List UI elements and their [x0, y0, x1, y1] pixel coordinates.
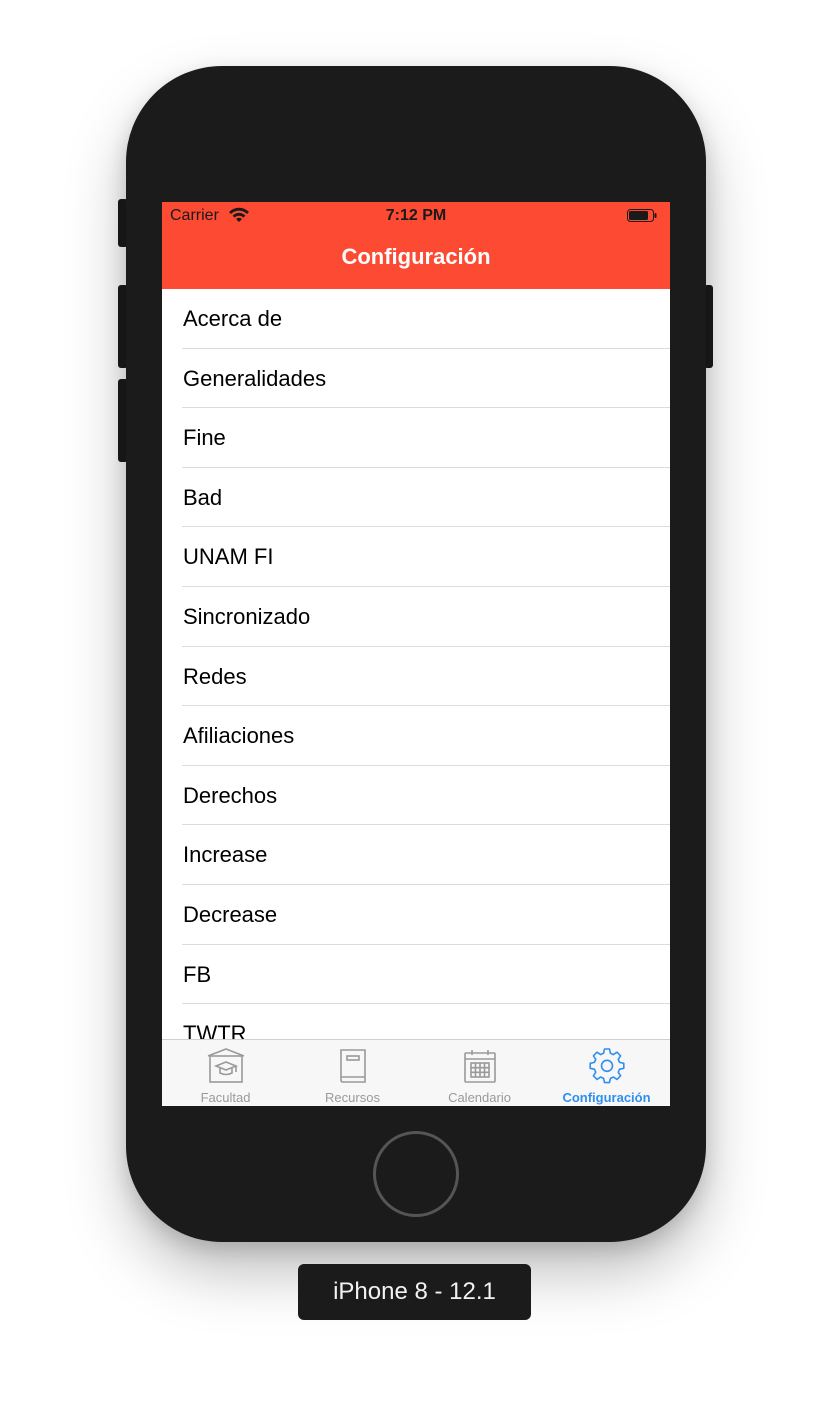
list-item-label: Generalidades	[183, 365, 327, 391]
list-item-label: Decrease	[183, 901, 278, 927]
list-item-label: UNAM FI	[183, 544, 274, 570]
school-building-icon	[207, 1048, 245, 1083]
list-item[interactable]: Decrease	[162, 885, 670, 945]
list-item[interactable]: Bad	[162, 468, 670, 528]
page-title: Configuración	[341, 244, 491, 269]
tab-label: Recursos	[325, 1090, 380, 1105]
tab-calendario[interactable]: Calendario	[416, 1040, 543, 1106]
settings-list[interactable]: Acerca de Generalidades Fine Bad UNAM FI…	[162, 289, 670, 1039]
tab-label: Calendario	[448, 1090, 511, 1105]
list-item-label: Sincronizado	[183, 603, 311, 629]
list-item-label: TWTR	[183, 1021, 247, 1039]
list-item[interactable]: Redes	[162, 647, 670, 707]
device-label: iPhone 8 - 12.1	[298, 1264, 531, 1320]
list-item[interactable]: Acerca de	[162, 289, 670, 349]
tab-configuracion[interactable]: Configuración	[543, 1040, 670, 1106]
status-time: 7:12 PM	[385, 207, 447, 224]
calendar-icon	[464, 1050, 496, 1083]
tab-label: Facultad	[200, 1090, 251, 1105]
list-item[interactable]: Fine	[162, 408, 670, 468]
tab-bar: Facultad Recursos Calendario Configuraci…	[162, 1039, 670, 1106]
tab-facultad[interactable]: Facultad	[162, 1040, 289, 1106]
list-item-label: Derechos	[183, 782, 278, 808]
list-item-label: Increase	[183, 842, 268, 868]
list-item[interactable]: Generalidades	[162, 349, 670, 409]
list-item-label: Afiliaciones	[183, 723, 295, 749]
navigation-bar: Carrier 7:12 PM Configuración	[162, 202, 670, 289]
list-item[interactable]: TWTR	[162, 1004, 670, 1039]
list-item[interactable]: FB	[162, 945, 670, 1005]
list-item-label: Fine	[183, 425, 226, 451]
list-item[interactable]: Increase	[162, 825, 670, 885]
gear-icon	[589, 1048, 625, 1084]
book-icon	[340, 1049, 366, 1083]
list-item-label: Redes	[183, 663, 247, 689]
list-item-label: Bad	[183, 484, 223, 510]
app-screen: Carrier 7:12 PM Configuración Acerca de …	[162, 202, 670, 1106]
battery-icon	[627, 209, 657, 222]
list-item[interactable]: UNAM FI	[162, 527, 670, 587]
tab-label: Configuración	[562, 1090, 651, 1105]
list-item-label: FB	[183, 961, 212, 987]
list-item-label: Acerca de	[183, 306, 283, 331]
list-item[interactable]: Sincronizado	[162, 587, 670, 647]
tab-recursos[interactable]: Recursos	[289, 1040, 416, 1106]
list-item[interactable]: Afiliaciones	[162, 706, 670, 766]
list-item[interactable]: Derechos	[162, 766, 670, 826]
home-button[interactable]	[373, 1131, 459, 1217]
